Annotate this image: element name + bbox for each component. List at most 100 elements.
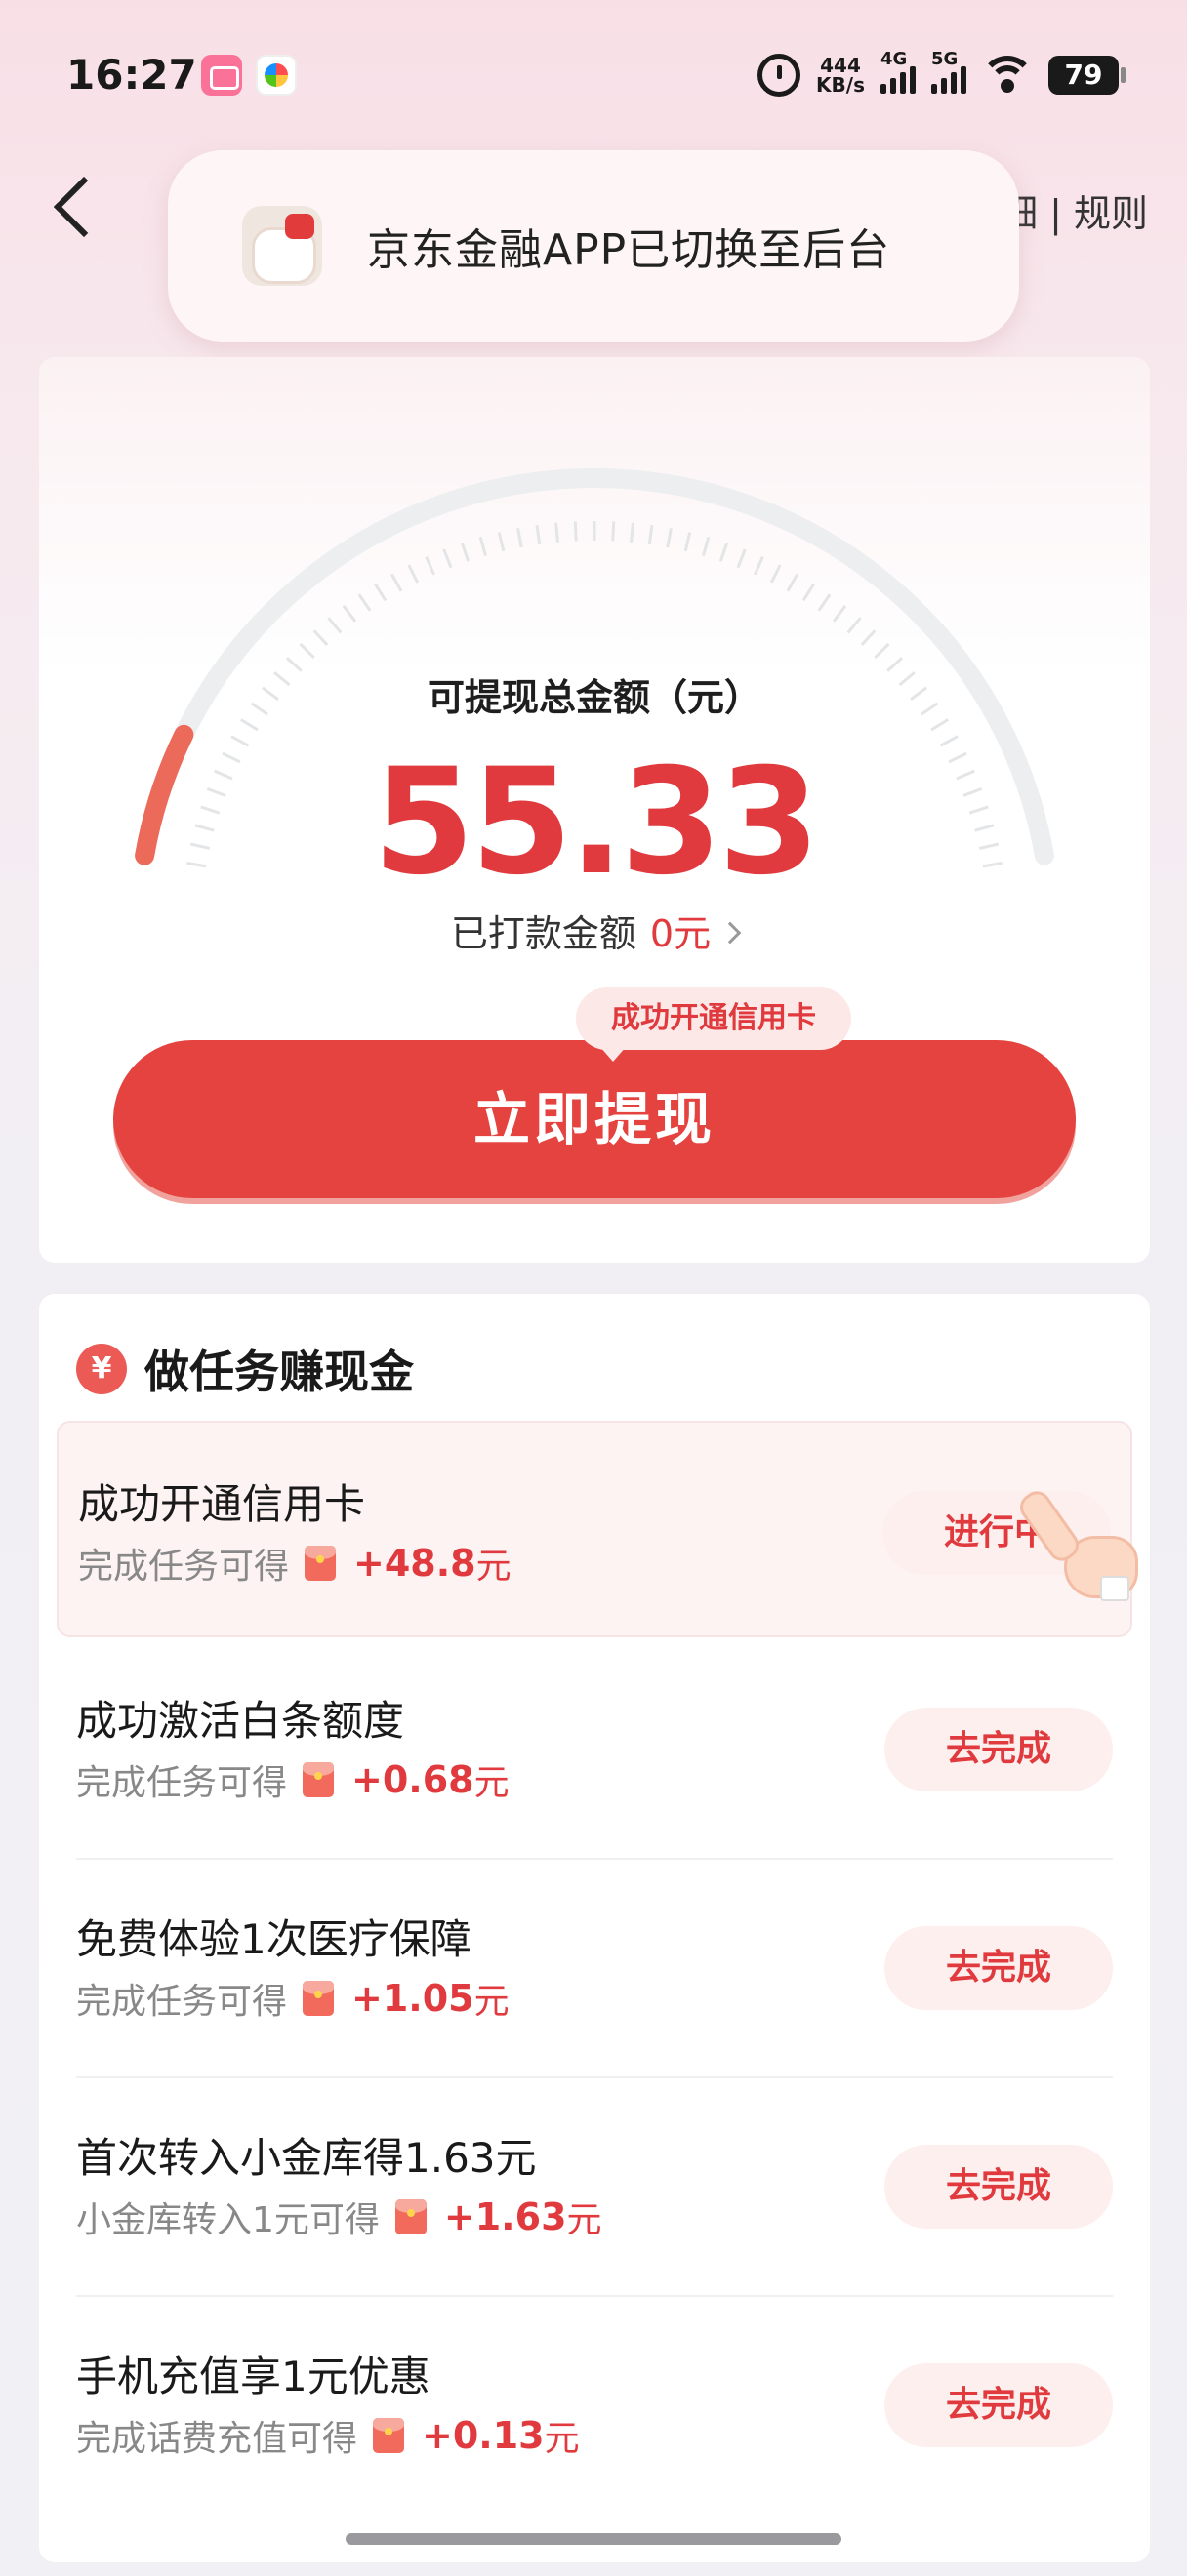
task-item[interactable]: 成功开通信用卡 完成任务可得 +48.8 元 进行中 [57,1421,1138,1637]
task-desc-text: 完成任务可得 [76,1763,288,1803]
gauge-tick [407,564,420,584]
gauge-tick [718,542,729,562]
wifi-icon [982,56,1033,95]
gauge-tick [753,556,764,576]
gauge-tick [327,617,343,634]
gauge-tick [701,537,711,557]
task-item[interactable]: 手机充值享1元优惠 完成话费充值可得 +0.13 元 去完成 [57,2295,1132,2512]
task-reward: +0.13 [422,2414,545,2457]
home-indicator[interactable] [346,2533,841,2545]
task-name: 成功激活白条额度 [76,1697,405,1745]
gauge-tick [630,522,634,543]
gauge-tick [357,593,372,612]
toast-message: 京东金融APP已切换至后台 [367,225,891,275]
red-envelope-icon [394,2199,427,2234]
gauge-tick [860,629,877,646]
task-desc: 小金库转入1元可得 +1.63 元 [76,2192,602,2242]
gauge-tick [666,528,673,548]
task-reward-unit: 元 [475,1547,512,1587]
alarm-icon [757,54,801,97]
gauge-tick [299,642,315,660]
battery-indicator: 79 [1048,56,1126,95]
task-go-complete-button[interactable]: 去完成 [884,1708,1113,1791]
task-reward: +0.68 [351,1758,474,1801]
tasks-title: 做任务赚现金 [144,1346,414,1398]
gauge-tick [342,604,357,623]
signal-4g-icon: 4G [880,49,916,94]
gauge-tick [874,642,890,660]
task-reward: +48.8 [353,1542,476,1585]
gauge-tick [736,548,747,569]
gauge-tick [647,524,654,545]
task-item[interactable]: 成功激活白条额度 完成任务可得 +0.68 元 去完成 [57,1639,1132,1856]
paid-amount-value: 0元 [649,912,712,955]
gauge-tick [817,593,832,612]
background-switch-toast: 京东金融APP已切换至后台 [168,150,1019,342]
gauge-tick [478,537,488,557]
red-envelope-icon [305,1546,337,1581]
withdraw-now-button[interactable]: 立即提现 [113,1040,1076,1198]
signal-5g-label: 5G [931,49,959,69]
gauge-tick [497,532,506,552]
gauge-tick [786,573,799,592]
signal-5g-icon: 5G [931,49,966,94]
gauge-tick [516,528,523,548]
task-name: 免费体验1次医疗保障 [76,1915,471,1963]
network-speed: 444 KB/s [816,56,865,95]
gauge-tick [389,573,403,592]
status-time: 16:27 [66,51,197,99]
task-reward-unit: 元 [566,2200,602,2240]
task-desc-text: 完成话费充值可得 [76,2419,358,2459]
gauge-tick [846,617,862,634]
signal-4g-label: 4G [880,49,908,69]
jd-finance-logo-icon [242,206,322,286]
withdraw-card: 可提现总金额（元） 55.33 已打款金额 0元 立即提现 成功开通信用卡 [39,357,1150,1263]
task-item[interactable]: 首次转入小金库得1.63元 小金库转入1元可得 +1.63 元 去完成 [57,2076,1132,2293]
task-go-complete-button[interactable]: 去完成 [884,2363,1113,2447]
gauge-tick [535,524,542,545]
gauge-tick [769,564,782,584]
tasks-card: ¥ 做任务赚现金 成功开通信用卡 完成任务可得 +48.8 元 进行中 成功激活白… [39,1294,1150,2562]
gauge-tick [442,548,453,569]
tasks-header: ¥ 做任务赚现金 [76,1337,414,1401]
task-item[interactable]: 免费体验1次医疗保障 完成任务可得 +1.05 元 去完成 [57,1858,1132,2074]
task-reward: +1.63 [443,2195,567,2238]
status-indicators: 444 KB/s 4G 5G 79 [757,49,1126,100]
task-desc-text: 小金库转入1元可得 [76,2200,380,2240]
network-speed-value: 444 [820,54,861,77]
task-name: 首次转入小金库得1.63元 [76,2134,537,2182]
withdrawable-title: 可提现总金额（元） [427,676,761,719]
rules-link[interactable]: 细 | 规则 [1001,183,1148,237]
task-reward: +1.05 [351,1977,474,2020]
gauge-tick [611,521,616,542]
task-desc: 完成任务可得 +1.05 元 [76,1973,510,2024]
paid-amount-link[interactable]: 已打款金额 0元 [39,904,1150,957]
gauge-tick [240,718,259,732]
gauge-tick [374,583,388,602]
task-desc: 完成任务可得 +0.68 元 [76,1754,510,1805]
red-envelope-icon [303,1762,335,1797]
red-envelope-icon [303,1981,335,2016]
gauge-tick [832,604,847,623]
task-reward-unit: 元 [544,2419,580,2459]
gauge-tick [460,542,471,562]
gauge-tick [930,718,949,732]
yen-icon: ¥ [76,1344,127,1394]
task-go-complete-button[interactable]: 去完成 [884,2145,1113,2229]
task-name: 成功开通信用卡 [78,1480,366,1528]
task-go-complete-button[interactable]: 去完成 [884,1926,1113,2010]
task-desc: 完成话费充值可得 +0.13 元 [76,2410,580,2461]
back-arrow-icon[interactable] [53,176,115,238]
red-envelope-icon [373,2418,405,2453]
task-reward-unit: 元 [473,1763,510,1803]
gauge-tick [683,532,692,552]
app-notification-icon [256,55,297,96]
pointing-hand-icon [1064,1536,1138,1601]
status-bar: 16:27 444 KB/s 4G 5G 79 [0,0,1187,146]
task-desc: 完成任务可得 +48.8 元 [78,1538,512,1589]
task-desc-text: 完成任务可得 [78,1547,290,1587]
gauge-tick [312,629,329,646]
gauge-tick [425,556,436,576]
withdrawable-amount: 55.33 [372,738,820,907]
task-desc-text: 完成任务可得 [76,1982,288,2022]
